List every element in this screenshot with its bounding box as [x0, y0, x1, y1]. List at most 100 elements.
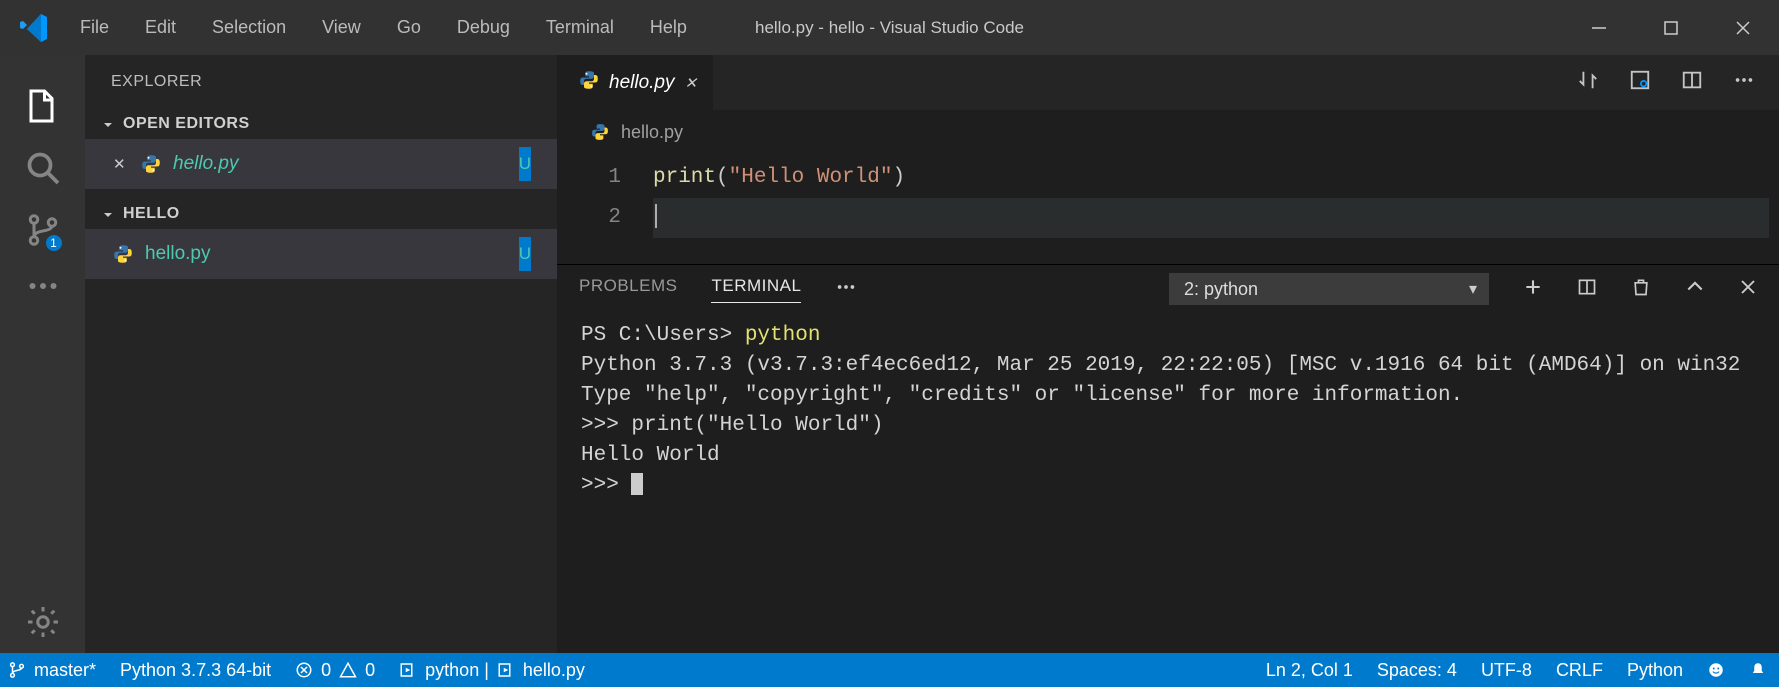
terminal-selector[interactable]: 2: python: [1169, 273, 1489, 305]
activity-explorer[interactable]: [12, 75, 74, 137]
activity-more[interactable]: [12, 261, 74, 311]
status-git-branch[interactable]: master*: [0, 660, 108, 681]
bell-icon: [1749, 661, 1767, 679]
menu-terminal[interactable]: Terminal: [528, 13, 632, 42]
terminal-repl-prompt: >>>: [581, 474, 631, 497]
panel-more-icon[interactable]: [835, 276, 857, 303]
status-indentation[interactable]: Spaces: 4: [1365, 660, 1469, 681]
python-file-icon: [591, 123, 611, 141]
panel-tabbar: PROBLEMS TERMINAL 2: python: [557, 265, 1779, 313]
status-branch-label: master*: [34, 660, 96, 681]
status-python-version[interactable]: Python 3.7.3 64-bit: [108, 660, 283, 681]
error-icon: [295, 661, 313, 679]
play-icon: [399, 661, 417, 679]
split-terminal-button[interactable]: [1577, 277, 1597, 302]
menu-go[interactable]: Go: [379, 13, 439, 42]
code-line: 2: [557, 198, 1779, 238]
status-cursor-position[interactable]: Ln 2, Col 1: [1254, 660, 1365, 681]
breadcrumb[interactable]: hello.py: [557, 110, 1779, 154]
open-preview-icon[interactable]: [1629, 69, 1651, 96]
gear-icon: [25, 604, 61, 640]
editor-tab[interactable]: hello.py: [557, 55, 713, 110]
token-function: print: [653, 166, 716, 189]
kill-terminal-button[interactable]: [1631, 277, 1651, 302]
window-close-button[interactable]: [1707, 0, 1779, 55]
terminal-selector-wrap: 2: python: [1169, 273, 1489, 305]
compare-changes-icon[interactable]: [1577, 69, 1599, 96]
menu-help[interactable]: Help: [632, 13, 705, 42]
text-cursor: [655, 204, 657, 228]
status-feedback[interactable]: [1695, 661, 1737, 679]
new-terminal-button[interactable]: [1523, 277, 1543, 302]
window-maximize-button[interactable]: [1635, 0, 1707, 55]
status-eol[interactable]: CRLF: [1544, 660, 1615, 681]
git-branch-icon: [8, 661, 26, 679]
ellipsis-icon: [25, 268, 61, 304]
more-actions-icon[interactable]: [1733, 69, 1755, 96]
activity-settings[interactable]: [12, 591, 74, 653]
python-file-icon: [141, 154, 163, 174]
split-editor-icon[interactable]: [1681, 69, 1703, 96]
activity-bar: 1: [0, 55, 85, 653]
folder-header[interactable]: HELLO: [85, 199, 557, 229]
terminal-cursor: [631, 473, 643, 495]
status-problems[interactable]: 0 0: [283, 660, 387, 681]
activity-source-control[interactable]: 1: [12, 199, 74, 261]
panel-tab-problems[interactable]: PROBLEMS: [579, 276, 677, 302]
chevron-down-icon: [103, 117, 117, 131]
tab-close-button[interactable]: [685, 72, 699, 94]
terminal-output[interactable]: PS C:\Users> python Python 3.7.3 (v3.7.3…: [557, 313, 1779, 653]
titlebar: File Edit Selection View Go Debug Termin…: [0, 0, 1779, 55]
warning-icon: [339, 661, 357, 679]
terminal-line: >>> print("Hello World"): [581, 414, 883, 437]
status-run[interactable]: python | hello.py: [387, 660, 597, 681]
status-errors-count: 0: [321, 660, 331, 681]
panel-tab-terminal[interactable]: TERMINAL: [711, 276, 801, 303]
close-panel-button[interactable]: [1739, 278, 1757, 301]
folder-label: HELLO: [123, 205, 180, 223]
open-editor-name: hello.py: [173, 153, 519, 175]
line-number: 2: [557, 198, 653, 238]
file-tree-item[interactable]: hello.py U: [85, 229, 557, 279]
python-file-icon: [579, 70, 599, 96]
menubar: File Edit Selection View Go Debug Termin…: [62, 13, 705, 42]
menu-edit[interactable]: Edit: [127, 13, 194, 42]
menu-view[interactable]: View: [304, 13, 379, 42]
terminal-line: Type "help", "copyright", "credits" or "…: [581, 384, 1463, 407]
status-language[interactable]: Python: [1615, 660, 1695, 681]
maximize-panel-button[interactable]: [1685, 277, 1705, 302]
terminal-command: python: [745, 324, 821, 347]
close-icon[interactable]: [113, 154, 131, 174]
open-editor-item[interactable]: hello.py U: [85, 139, 557, 189]
menu-file[interactable]: File: [62, 13, 127, 42]
window-controls: [1563, 0, 1779, 55]
code-editor[interactable]: 1 print("Hello World") 2: [557, 154, 1779, 264]
token-paren: ): [892, 166, 905, 189]
editor-actions: [1577, 55, 1779, 110]
menu-debug[interactable]: Debug: [439, 13, 528, 42]
terminal-line: Hello World: [581, 444, 720, 467]
sidebar-title: EXPLORER: [85, 55, 557, 99]
activity-search[interactable]: [12, 137, 74, 199]
token-string: "Hello World": [729, 166, 893, 189]
statusbar: master* Python 3.7.3 64-bit 0 0 python |…: [0, 653, 1779, 687]
status-run-label: python |: [425, 660, 489, 681]
line-number: 1: [557, 158, 653, 198]
open-editors-header[interactable]: OPEN EDITORS: [85, 109, 557, 139]
python-file-icon: [113, 244, 135, 264]
menu-selection[interactable]: Selection: [194, 13, 304, 42]
vscode-logo-icon: [18, 12, 50, 44]
panel: PROBLEMS TERMINAL 2: python PS C:: [557, 264, 1779, 653]
smiley-icon: [1707, 661, 1725, 679]
code-line: 1 print("Hello World"): [557, 158, 1779, 198]
file-name: hello.py: [145, 243, 519, 265]
search-icon: [25, 150, 61, 186]
status-encoding[interactable]: UTF-8: [1469, 660, 1544, 681]
scm-badge: 1: [44, 233, 64, 253]
chevron-down-icon: [103, 207, 117, 221]
terminal-line: Python 3.7.3 (v3.7.3:ef4ec6ed12, Mar 25 …: [581, 354, 1740, 377]
window-minimize-button[interactable]: [1563, 0, 1635, 55]
status-notifications[interactable]: [1737, 661, 1779, 679]
play-icon: [497, 661, 515, 679]
editor-group: hello.py hello.py: [557, 55, 1779, 653]
